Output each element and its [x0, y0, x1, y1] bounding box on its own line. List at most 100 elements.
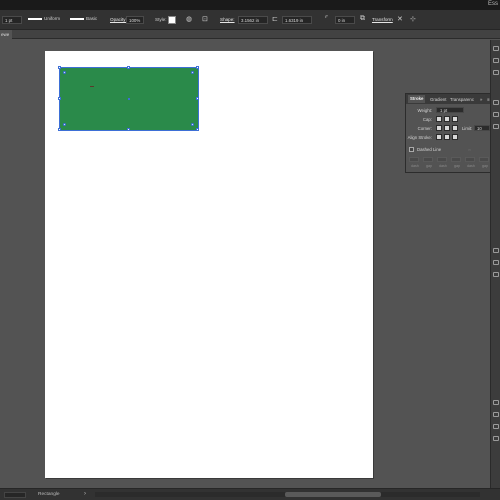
- selection-handle-bottom-left[interactable]: [58, 128, 61, 131]
- dash-3-label: dash: [467, 164, 475, 168]
- align-center-icon[interactable]: [436, 134, 442, 140]
- dash-labels-row: dash gap dash gap dash gap: [406, 164, 494, 172]
- selection-handle-bottom-right[interactable]: [196, 128, 199, 131]
- height-field[interactable]: 1.6319 in: [282, 16, 312, 24]
- gap-1-field[interactable]: [423, 157, 433, 162]
- limit-label: Limit:: [462, 126, 473, 131]
- stroke-profile-label: Uniform: [44, 16, 61, 21]
- weight-row: Weight: 1 pt: [406, 107, 494, 115]
- right-dock: [490, 40, 500, 488]
- link-icon[interactable]: ⊏: [272, 15, 278, 23]
- dashed-line-label: Dashed Line: [417, 147, 442, 152]
- dash-2-field[interactable]: [437, 157, 447, 162]
- control-bar: 1 pt Uniform Basic Opacity: 100% Style: …: [0, 10, 500, 30]
- properties-icon[interactable]: [493, 46, 499, 51]
- opacity-link[interactable]: Opacity:: [110, 17, 127, 22]
- dash-3-field[interactable]: [465, 157, 475, 162]
- align-icon[interactable]: ⊡: [202, 15, 208, 23]
- butt-cap-icon[interactable]: [436, 116, 442, 122]
- brush-preview: [70, 17, 84, 20]
- gap-3-label: gap: [482, 164, 488, 168]
- gap-2-field[interactable]: [451, 157, 461, 162]
- transparency-panel-icon[interactable]: [493, 124, 499, 129]
- brush-dropdown[interactable]: Basic: [70, 16, 97, 21]
- stroke-panel-icon[interactable]: [493, 100, 499, 105]
- graphic-styles-icon[interactable]: [493, 412, 499, 417]
- panel-tabs: Stroke Gradient Transparenc » ≡: [406, 94, 494, 104]
- corner-widget-top-right[interactable]: [191, 71, 194, 74]
- horizontal-scrollbar[interactable]: [95, 492, 480, 497]
- dash-alignment-icons[interactable]: ▫▫: [468, 147, 471, 152]
- dashed-line-checkbox[interactable]: [409, 147, 414, 152]
- shape-link[interactable]: Shape:: [220, 17, 235, 22]
- width-field[interactable]: 3.1562 in: [238, 16, 268, 24]
- dashed-line-row: Dashed Line ▫▫: [406, 147, 494, 155]
- horizontal-scrollbar-thumb[interactable]: [285, 492, 381, 497]
- corner-row: Corner: Limit: 10: [406, 125, 494, 133]
- transform-icon[interactable]: ⧉: [360, 15, 365, 23]
- align-stroke-label: Align Stroke:: [407, 135, 432, 140]
- cursor-mark: [90, 86, 94, 87]
- globe-icon[interactable]: ◍: [186, 15, 192, 23]
- selection-handle-middle-left[interactable]: [58, 97, 61, 100]
- corner-radius-field[interactable]: 0 in: [335, 16, 355, 24]
- isolate-icon[interactable]: ✕: [397, 15, 403, 23]
- status-menu-arrow-icon[interactable]: ›: [84, 491, 86, 497]
- cap-label: Cap:: [422, 117, 432, 122]
- align-inside-icon[interactable]: [444, 134, 450, 140]
- brush-label: Basic: [86, 16, 98, 21]
- selection-handle-top-right[interactable]: [196, 66, 199, 69]
- gap-1-label: gap: [426, 164, 432, 168]
- corner-icon[interactable]: ⌜: [325, 15, 328, 23]
- round-cap-icon[interactable]: [444, 116, 450, 122]
- selection-handle-bottom-center[interactable]: [127, 128, 130, 131]
- status-bar: Rectangle ›: [0, 488, 500, 500]
- arrange-icon[interactable]: ⊹: [410, 15, 416, 23]
- document-tab[interactable]: ewe: [0, 30, 12, 39]
- round-join-icon[interactable]: [444, 125, 450, 131]
- miter-join-icon[interactable]: [436, 125, 442, 131]
- transform-link[interactable]: Transform: [372, 17, 393, 22]
- opacity-field[interactable]: 100%: [126, 16, 144, 24]
- corner-widget-bottom-left[interactable]: [63, 123, 66, 126]
- appearance-panel-icon[interactable]: [493, 424, 499, 429]
- gap-3-field[interactable]: [479, 157, 489, 162]
- zoom-field[interactable]: [4, 492, 26, 498]
- symbols-panel-icon[interactable]: [493, 400, 499, 405]
- style-swatch[interactable]: [168, 16, 176, 24]
- color-panel-icon[interactable]: [493, 248, 499, 253]
- swatches-panel-icon[interactable]: [493, 260, 499, 265]
- tab-gradient[interactable]: Gradient: [430, 97, 446, 102]
- dash-2-label: dash: [439, 164, 447, 168]
- corner-label: Corner:: [417, 126, 432, 131]
- align-panel-icon[interactable]: [493, 436, 499, 441]
- tab-stroke[interactable]: Stroke: [408, 95, 426, 103]
- illustrator-window: Ess 1 pt Uniform Basic Opacity: 100% Sty…: [0, 0, 500, 500]
- brushes-panel-icon[interactable]: [493, 272, 499, 277]
- selection-handle-top-center[interactable]: [127, 66, 130, 69]
- corner-widget-top-left[interactable]: [63, 71, 66, 74]
- projecting-cap-icon[interactable]: [452, 116, 458, 122]
- limit-field[interactable]: 10: [474, 125, 490, 131]
- stroke-weight-field[interactable]: 1 pt: [2, 16, 22, 24]
- cap-row: Cap:: [406, 116, 494, 124]
- gradient-panel-icon[interactable]: [493, 112, 499, 117]
- selection-handle-top-left[interactable]: [58, 66, 61, 69]
- selection-handle-middle-right[interactable]: [196, 97, 199, 100]
- tab-transparency[interactable]: Transparenc: [450, 97, 474, 102]
- stroke-profile-preview: [28, 17, 42, 20]
- weight-field[interactable]: 1 pt: [436, 107, 464, 113]
- collapse-panel-icon[interactable]: »: [480, 97, 482, 102]
- bevel-join-icon[interactable]: [452, 125, 458, 131]
- libraries-icon[interactable]: [493, 70, 499, 75]
- workspace-switcher[interactable]: Ess: [488, 1, 498, 7]
- stroke-profile-dropdown[interactable]: Uniform: [28, 16, 60, 21]
- layers-icon[interactable]: [493, 58, 499, 63]
- dash-1-field[interactable]: [409, 157, 419, 162]
- document-tab-bar: ewe: [0, 30, 500, 39]
- gap-2-label: gap: [454, 164, 460, 168]
- align-outside-icon[interactable]: [452, 134, 458, 140]
- title-bar: Ess: [0, 0, 500, 10]
- weight-label: Weight:: [417, 108, 433, 113]
- corner-widget-bottom-right[interactable]: [191, 123, 194, 126]
